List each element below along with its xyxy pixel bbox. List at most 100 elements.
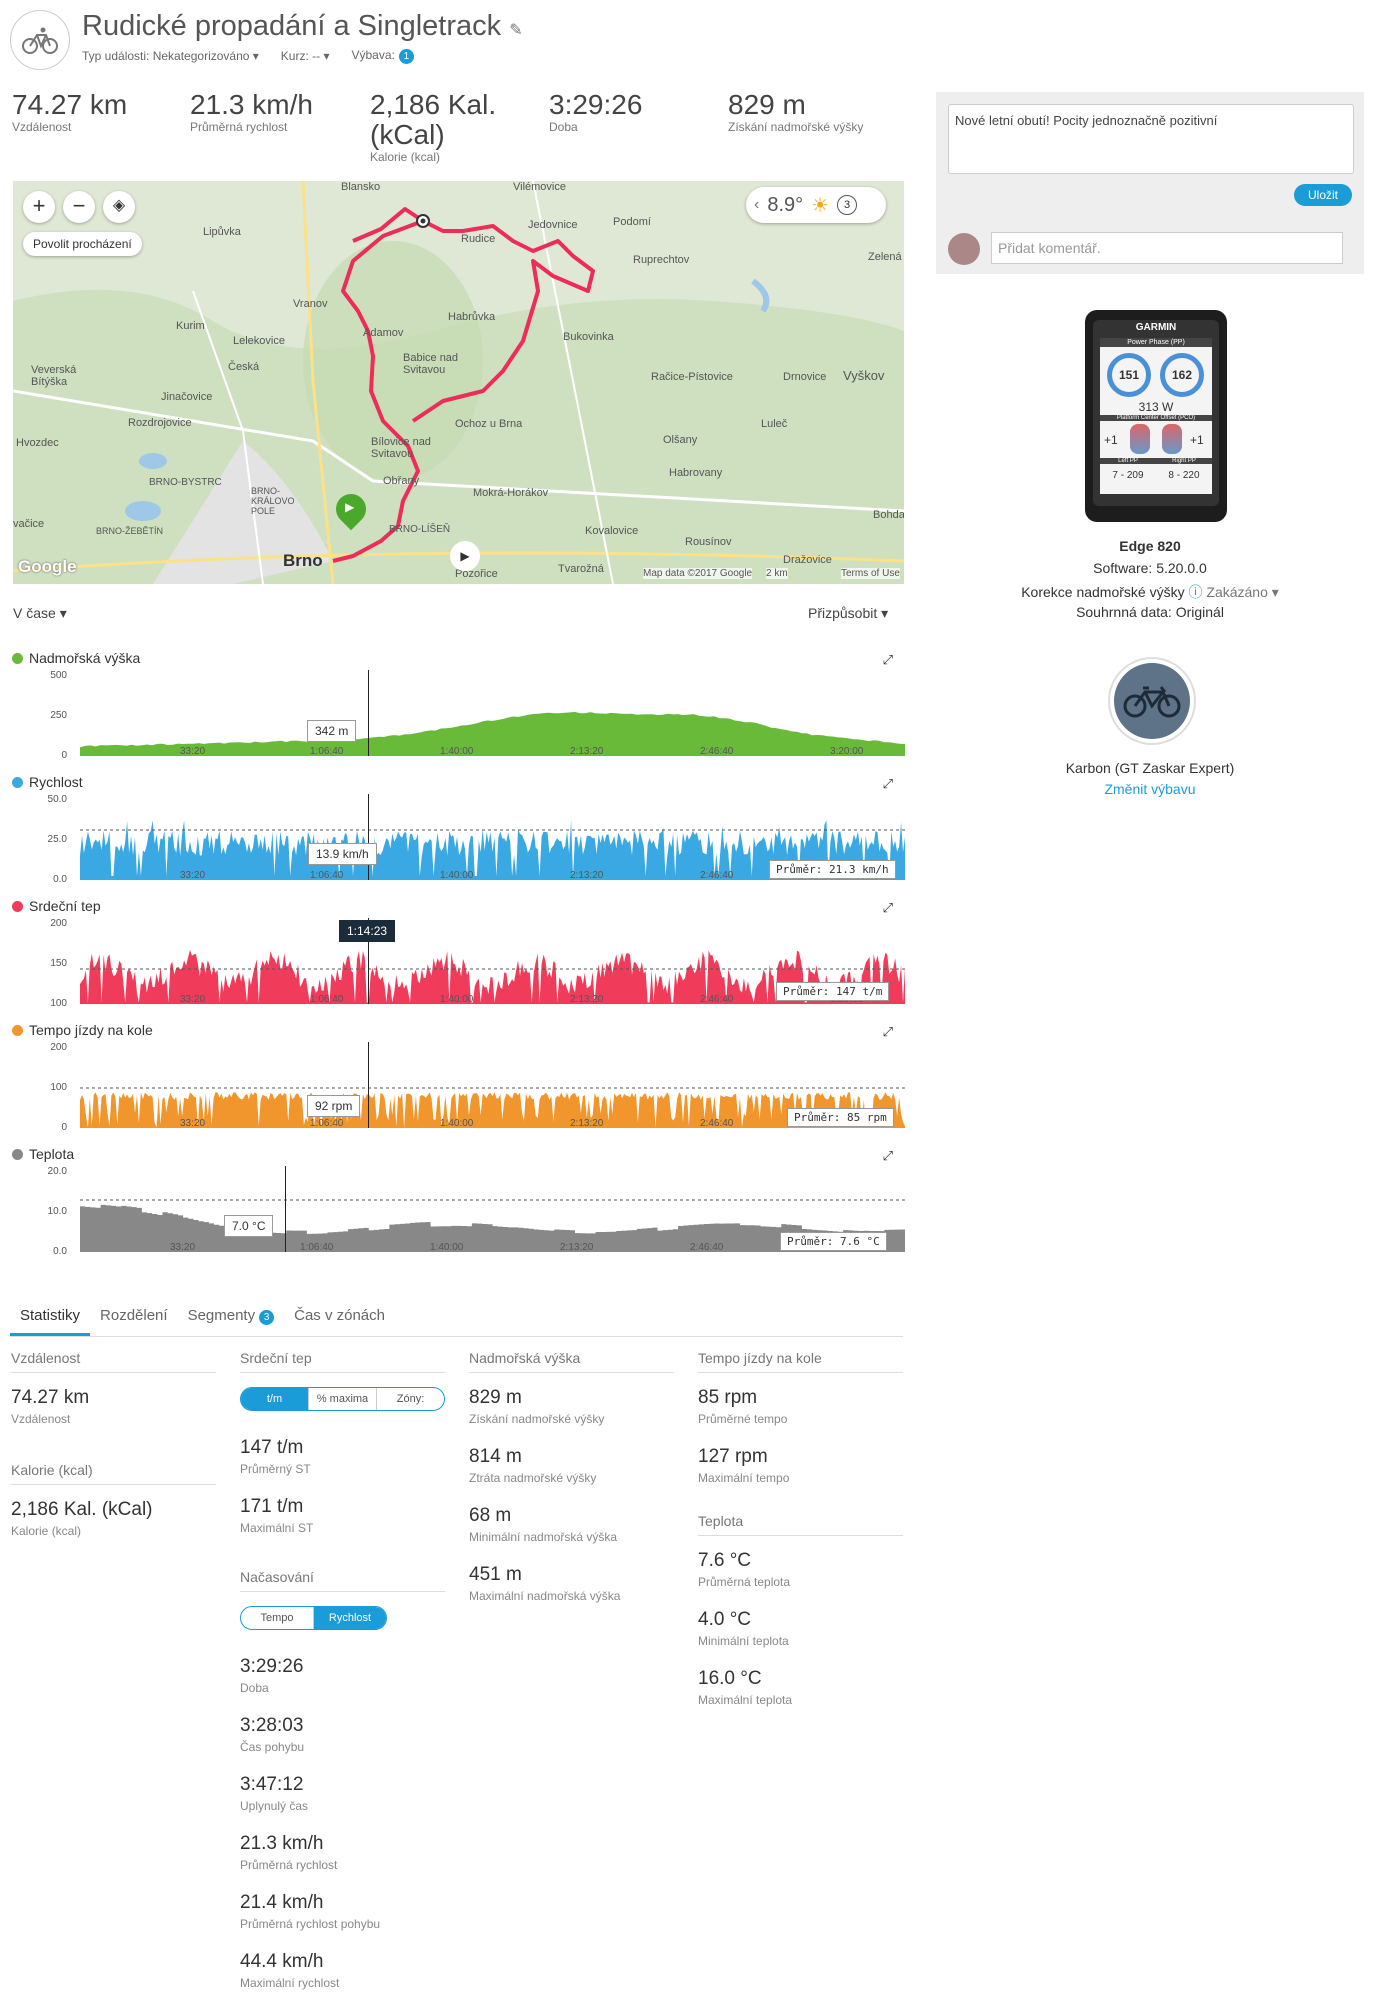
hr-unit-toggle: t/m % maxima Zóny: [240, 1387, 445, 1411]
map-place: Vranov [293, 298, 328, 310]
stats-col-elevation: Nadmořská výška 829 m Získání nadmořské v… [469, 1350, 674, 1623]
chart-tooltip: 342 m [307, 720, 357, 742]
stat-label: Průměrná teplota [698, 1575, 791, 1589]
map-place: Jedovnice [528, 219, 578, 231]
chart-title: Nadmořská výška [12, 650, 140, 666]
zoom-out-button[interactable]: − [63, 191, 95, 223]
chart-elevation[interactable]: Nadmořská výška ⤢ 500 250 0 33:20 1:06:40 1:40… [0, 650, 905, 770]
stat-value: 68 m [469, 1505, 512, 1526]
notes-textarea[interactable]: Nové letní obutí! Pocity jednoznačně poz… [948, 104, 1354, 174]
x-tick-label: 2:46:40 [700, 746, 734, 757]
chart-plot[interactable] [80, 1048, 905, 1128]
map-terms-link[interactable]: Terms of Use [841, 568, 900, 579]
x-tick-label: 1:06:40 [310, 994, 344, 1005]
enable-pan-button[interactable]: Povolit procházení [23, 232, 142, 256]
y-tick-label: 150 [50, 958, 67, 969]
map-place: Tvarožná [558, 563, 604, 575]
chevron-left-icon[interactable]: ‹ [754, 196, 759, 214]
chart-tooltip: 13.9 km/h [308, 843, 377, 865]
x-tick-label: 1:06:40 [310, 870, 344, 881]
expand-icon[interactable]: ⤢ [883, 900, 893, 916]
help-icon[interactable]: ⓘ [1189, 584, 1203, 600]
google-logo: Google [18, 557, 77, 576]
stat-label: Průměrné tempo [698, 1412, 788, 1426]
stat-value: 3:47:12 [240, 1774, 304, 1795]
series-dot-icon [12, 652, 23, 664]
chart-temp[interactable]: Teplota ⤢ 20.0 10.0 0.0 33:20 1:06:40 1:40:00 2… [0, 1146, 905, 1266]
tab-statistics[interactable]: Statistiky [10, 1295, 91, 1336]
series-dot-icon [12, 900, 23, 912]
map-place: Olšany [663, 434, 698, 446]
course-dropdown[interactable]: Kurz: -- ▾ [281, 49, 330, 63]
expand-icon[interactable]: ⤢ [883, 652, 893, 668]
fit-dropdown[interactable]: Přizpůsobit ▾ [808, 605, 888, 622]
y-tick-label: 0.0 [53, 874, 67, 885]
y-tick-label: 100 [50, 1082, 67, 1093]
activity-title[interactable]: Rudické propadání a Singletrack ✎ [82, 10, 523, 43]
map-place: Rozdrojovice [128, 417, 192, 429]
stat-label: Průměrný ST [240, 1462, 311, 1476]
stat-label: Maximální rychlost [240, 1976, 340, 1990]
chart-hr[interactable]: Srdeční tep ⤢ 200 150 100 33:20 1:06:40 1:40:0… [0, 898, 905, 1018]
stat-value: 451 m [469, 1564, 522, 1585]
map-place: Ruprechtov [633, 254, 690, 266]
zoom-in-button[interactable]: + [23, 191, 55, 223]
screen-right-pp: Right PP [1156, 458, 1212, 464]
hr-unit-zones[interactable]: Zóny: [376, 1388, 444, 1410]
map-place: BRNO-ŽEBĚTÍN [96, 526, 164, 536]
stat-label: Vzdálenost [11, 1412, 71, 1426]
map-terrain [13, 181, 904, 584]
expand-icon[interactable]: ⤢ [883, 1024, 893, 1040]
gear-name: Karbon (GT Zaskar Expert) [1065, 760, 1235, 776]
hr-unit-percent-max[interactable]: % maxima [308, 1388, 376, 1410]
stat-value: 21.3 km/h [240, 1833, 324, 1854]
stat-label: Maximální nadmořská výška [469, 1589, 621, 1603]
event-type-dropdown[interactable]: Typ události: Nekategorizováno ▾ [82, 49, 259, 63]
screen-power: 313 W [1138, 400, 1174, 414]
edit-pencil-icon[interactable]: ✎ [509, 22, 522, 39]
comment-input[interactable]: Přidat komentář. [991, 232, 1343, 264]
sun-icon: ☀ [811, 194, 830, 217]
tab-splits[interactable]: Rozdělení [90, 1295, 178, 1336]
gear-link[interactable]: Výbava: 1 [352, 48, 414, 64]
chart-title: Rychlost [12, 774, 83, 790]
stats-col-cadence: Tempo jízdy na kole 85 rpm Průměrné tempo… [698, 1350, 903, 1727]
x-tick-label: 1:40:00 [440, 870, 474, 881]
y-tick-label: 0 [61, 1122, 67, 1133]
summary-calories: 2,186 Kal. (kCal) Kalorie (kcal) [370, 89, 497, 165]
timing-pace[interactable]: Tempo [241, 1607, 313, 1629]
x-tick-label: 2:46:40 [700, 994, 734, 1005]
chart-plot[interactable] [80, 676, 905, 756]
tab-zones[interactable]: Čas v zónách [284, 1295, 395, 1336]
cursor-line [368, 794, 369, 880]
play-icon: ▶ [345, 500, 355, 514]
chart-cadence[interactable]: Tempo jízdy na kole ⤢ 200 100 0 33:20 1:06:40… [0, 1022, 905, 1142]
segments-badge: 3 [259, 1310, 275, 1325]
time-mode-dropdown[interactable]: V čase ▾ [13, 605, 67, 622]
weather-widget[interactable]: ‹ 8.9° ☀ 3 [746, 187, 886, 223]
hr-unit-bpm[interactable]: t/m [241, 1388, 308, 1410]
replay-button[interactable]: ▶ [450, 541, 480, 571]
route-map[interactable]: + − ◈ Povolit procházení ‹ 8.9° ☀ 3 Lipů… [13, 181, 904, 584]
map-layers-button[interactable]: ◈ [103, 191, 135, 223]
timing-speed[interactable]: Rychlost [313, 1607, 386, 1629]
y-tick-label: 500 [50, 670, 67, 681]
save-button[interactable]: Uložit [1293, 184, 1352, 206]
map-place: Brno [283, 551, 323, 570]
map-place: Kurim [176, 320, 205, 332]
stats-col-distance: Vzdálenost 74.27 km Vzdálenost Kalorie (k… [11, 1350, 216, 1558]
x-tick-label: 1:40:00 [440, 994, 474, 1005]
expand-icon[interactable]: ⤢ [883, 776, 893, 792]
stat-label: Průměrná rychlost [240, 1858, 338, 1872]
tab-segments[interactable]: Segmenty 3 [178, 1295, 285, 1336]
map-place: vačice [13, 518, 45, 530]
stat-value: 7.6 °C [698, 1550, 752, 1571]
expand-icon[interactable]: ⤢ [883, 1148, 893, 1164]
map-place: Zelená [868, 251, 902, 263]
map-place: Babice nad Svitavou [403, 352, 459, 376]
device-name: Edge 820 [1119, 538, 1181, 554]
activity-meta: Typ události: Nekategorizováno ▾ Kurz: -… [82, 48, 414, 64]
elevation-correction-dropdown[interactable]: Zakázáno ▾ [1206, 584, 1278, 600]
change-gear-link[interactable]: Změnit výbavu [936, 781, 1364, 797]
map-place: Blansko [341, 181, 381, 193]
